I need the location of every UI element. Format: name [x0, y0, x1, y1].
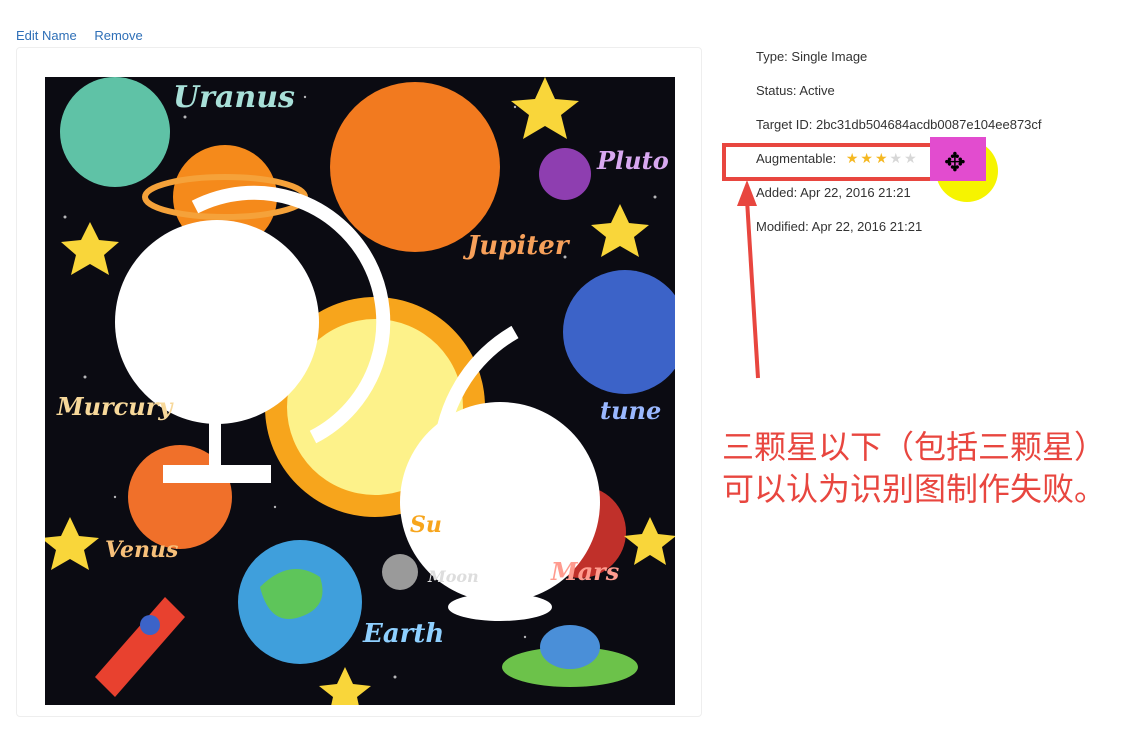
annotation-arrow-icon [737, 180, 760, 379]
mercury-label: Murcury [56, 392, 174, 421]
pluto-label: Pluto [596, 146, 669, 175]
pluto-planet [539, 148, 591, 200]
annotation-note: 三颗星以下（包括三颗星）可以认为识别图制作失败。 [722, 428, 1107, 508]
modified-field: Modified: Apr 22, 2016 21:21 [756, 219, 923, 234]
added-field: Added: Apr 22, 2016 21:21 [756, 185, 911, 200]
mars-label: Mars [550, 557, 620, 586]
sun-label: Su [410, 512, 442, 538]
move-cursor-icon: ✥ [944, 148, 966, 178]
uranus-label: Uranus [173, 80, 295, 115]
venus-label: Venus [105, 537, 178, 563]
neptune-planet [563, 270, 675, 394]
target-image: Uranus Pluto Jupiter Murcury tune Venus … [45, 77, 675, 705]
edit-name-link[interactable]: Edit Name [16, 28, 77, 43]
jupiter-label: Jupiter [462, 231, 571, 261]
neptune-label: tune [600, 396, 661, 425]
target-detail-page: Edit Name Remove Uranus Pluto Jupiter Mu… [0, 0, 1122, 730]
moon-shape [382, 554, 418, 590]
moon-label: Moon [427, 567, 479, 586]
type-field: Type: Single Image [756, 49, 868, 64]
target-id-field: Target ID: 2bc31db504684acdb0087e104ee87… [756, 117, 1042, 132]
earth-label: Earth [362, 619, 444, 649]
ufo-shape [502, 625, 638, 687]
remove-link[interactable]: Remove [94, 28, 142, 43]
target-actions: Edit Name Remove [16, 28, 157, 43]
solar-system-illustration: Uranus Pluto Jupiter Murcury tune Venus … [45, 77, 675, 705]
rocket-shape [95, 597, 185, 697]
jupiter-planet [330, 82, 500, 252]
uranus-planet [60, 77, 170, 187]
status-field: Status: Active [756, 83, 835, 98]
